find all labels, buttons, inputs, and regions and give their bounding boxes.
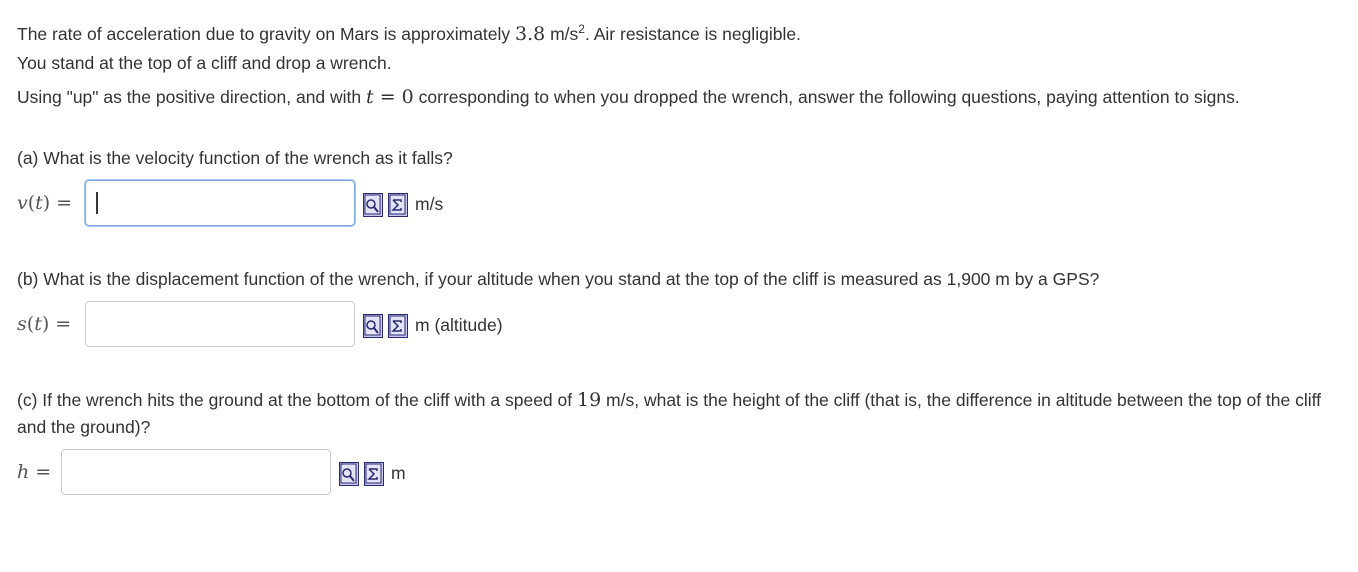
velocity-label: v(t) = — [17, 192, 73, 214]
sigma-equation-editor-icon[interactable] — [388, 193, 408, 217]
text-caret — [96, 192, 98, 214]
gravity-value: 3.8 — [515, 22, 546, 45]
speed-value: 19 — [576, 389, 602, 411]
sigma-equation-editor-icon[interactable] — [388, 314, 408, 338]
magnifier-preview-icon[interactable] — [339, 462, 359, 486]
intro-line-1: The rate of acceleration due to gravity … — [17, 16, 801, 48]
height-label: h = — [17, 461, 52, 483]
intro-text: The rate of acceleration due to gravity … — [17, 23, 516, 44]
intro-text: Using "up" as the positive direction, an… — [17, 87, 367, 107]
gravity-unit: m/s — [545, 23, 579, 44]
velocity-unit: m/s — [415, 194, 444, 214]
sigma-equation-editor-icon[interactable] — [364, 462, 384, 486]
intro-text-end: . Air resistance is negligible. — [584, 23, 801, 44]
zero-value: 0 — [401, 86, 414, 108]
intro-line-3: Using "up" as the positive direction, an… — [17, 84, 1337, 111]
height-unit: m — [391, 463, 406, 483]
question-b: (b) What is the displacement function of… — [17, 269, 1100, 289]
magnifier-preview-icon[interactable] — [363, 193, 383, 217]
intro-line-2: You stand at the top of a cliff and drop… — [17, 53, 392, 73]
velocity-input[interactable] — [85, 180, 355, 226]
equals-sign: = — [373, 86, 402, 108]
displacement-unit: m (altitude) — [415, 315, 503, 335]
magnifier-preview-icon[interactable] — [363, 314, 383, 338]
displacement-input[interactable] — [85, 301, 355, 347]
question-a: (a) What is the velocity function of the… — [17, 148, 453, 168]
displacement-label: s(t) = — [17, 313, 72, 335]
height-input[interactable] — [61, 449, 331, 495]
gravity-exponent: 2 — [578, 22, 585, 36]
question-c: (c) If the wrench hits the ground at the… — [17, 389, 1322, 437]
time-var: t — [366, 86, 374, 108]
intro-text-end: corresponding to when you dropped the wr… — [413, 87, 1240, 107]
